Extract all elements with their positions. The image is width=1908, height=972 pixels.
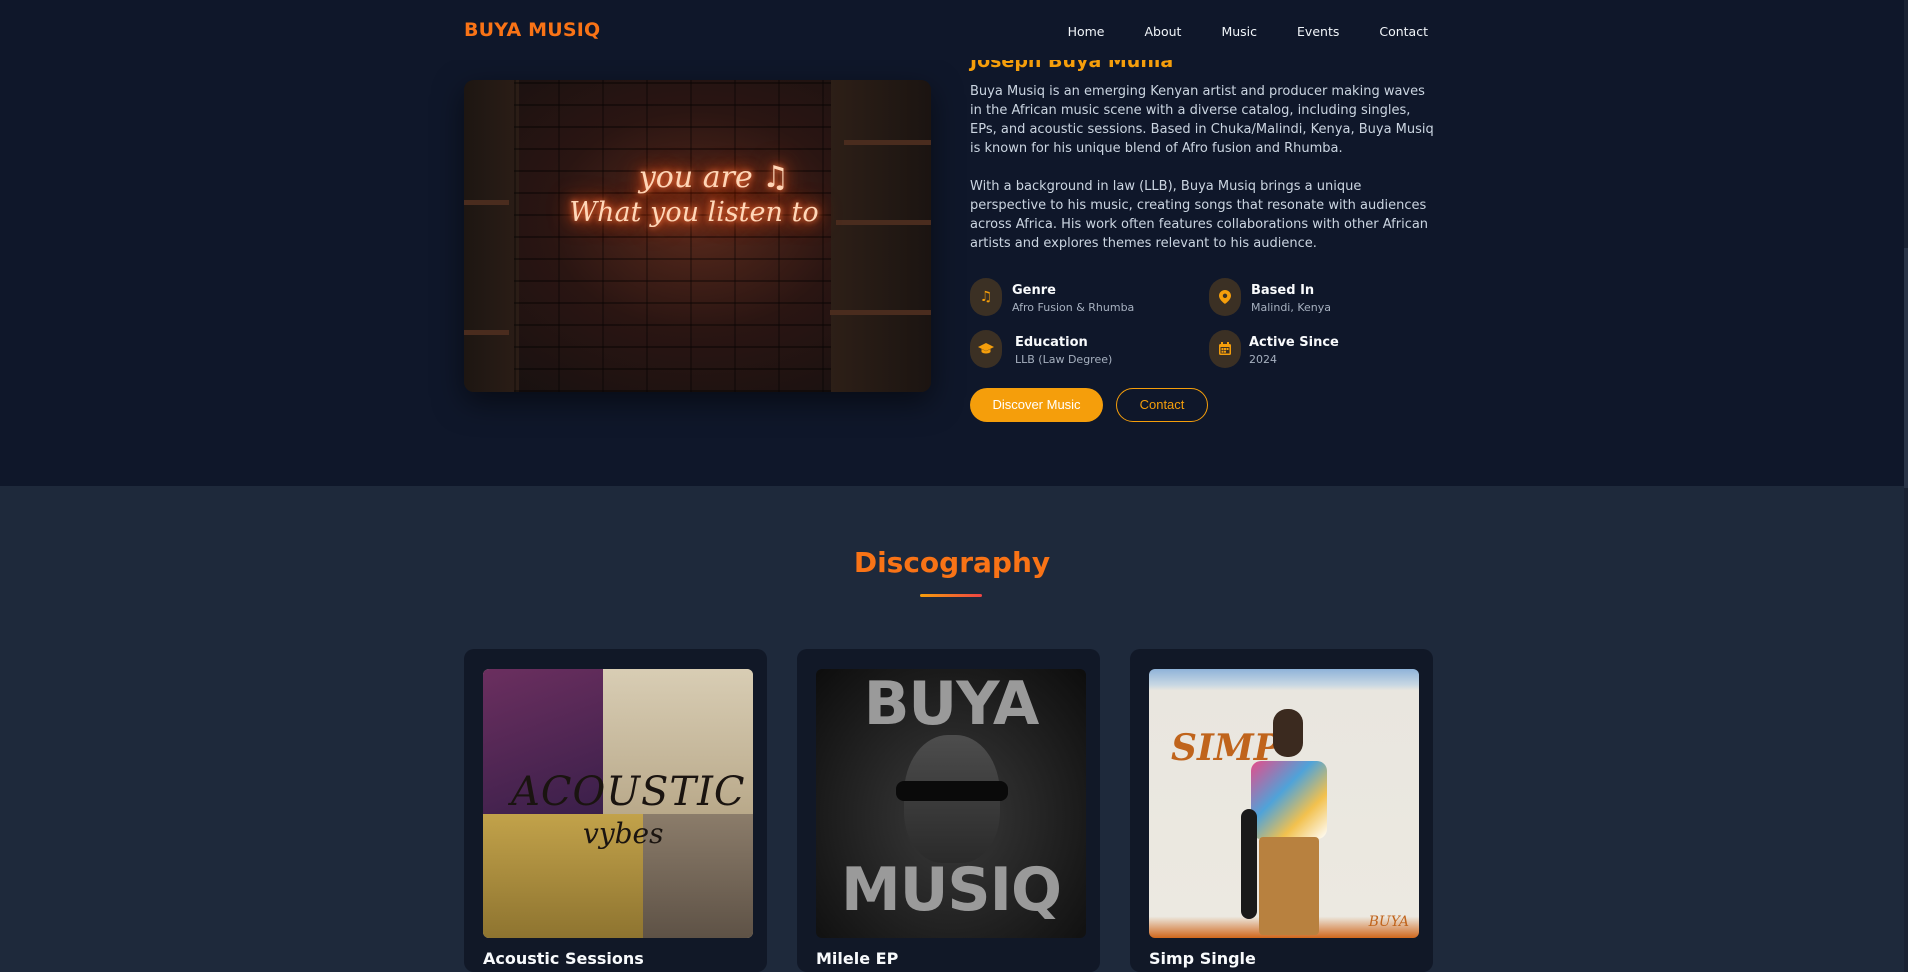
cover-title: ACOUSTIC: [511, 769, 746, 815]
right-shelf: [831, 80, 931, 392]
fact-genre: ♫ Genre Afro Fusion & Rhumba: [970, 278, 1200, 318]
shelf-board: [464, 200, 509, 205]
cover-pants: [1259, 837, 1319, 935]
brick-wall: [514, 80, 874, 392]
album-cover[interactable]: SIMP BUYA: [1149, 669, 1419, 938]
fact-based-in: Based In Malindi, Kenya: [1209, 278, 1439, 318]
fact-label: Education: [1015, 335, 1088, 350]
nav-contact[interactable]: Contact: [1379, 24, 1428, 39]
shelf-board: [844, 140, 931, 145]
nav-about[interactable]: About: [1144, 24, 1181, 39]
graduation-cap-icon: [970, 330, 1002, 368]
shelf-board: [464, 330, 509, 335]
left-shelf: [464, 80, 519, 392]
page-scrollbar[interactable]: [1904, 0, 1908, 972]
fact-label: Active Since: [1249, 335, 1339, 350]
album-cover[interactable]: ACOUSTIC vybes: [483, 669, 753, 938]
fact-value: LLB (Law Degree): [1015, 353, 1113, 366]
contact-button[interactable]: Contact: [1116, 388, 1208, 422]
cover-title: BUYA: [863, 669, 1040, 739]
nav-events[interactable]: Events: [1297, 24, 1339, 39]
discography-section: Discography ACOUSTIC vybes Acoustic Sess…: [0, 486, 1904, 972]
nav-music[interactable]: Music: [1221, 24, 1257, 39]
about-text: Joseph Buya Muhia Buya Musiq is an emerg…: [970, 50, 1440, 272]
shelf-board: [836, 220, 931, 225]
site-logo[interactable]: BUYA MUSIQ: [464, 19, 600, 41]
fact-active-since: Active Since 2024: [1209, 330, 1439, 370]
fact-value: 2024: [1249, 353, 1277, 366]
fact-education: Education LLB (Law Degree): [970, 330, 1200, 370]
fact-label: Based In: [1251, 283, 1315, 298]
calendar-icon: [1209, 330, 1241, 368]
scrollbar-thumb[interactable]: [1904, 248, 1908, 488]
neon-text: you are ♫ What you listen to: [564, 160, 824, 228]
shelf-board: [830, 310, 931, 315]
neon-line-1: you are ♫: [638, 160, 790, 195]
music-note-icon: ♫: [970, 278, 1002, 316]
fact-value: Malindi, Kenya: [1251, 301, 1332, 314]
album-title[interactable]: Milele EP: [816, 949, 898, 968]
cover-signature: BUYA: [1368, 914, 1409, 930]
album-cover[interactable]: BUYA MUSIQ: [816, 669, 1086, 938]
album-card-milele-ep[interactable]: BUYA MUSIQ Milele EP: [797, 649, 1100, 972]
neon-line-2: What you listen to: [569, 197, 819, 228]
album-card-simp-single[interactable]: SIMP BUYA Simp Single: [1130, 649, 1433, 972]
album-card-acoustic-sessions[interactable]: ACOUSTIC vybes Acoustic Sessions: [464, 649, 767, 972]
cover-guitar: [1241, 809, 1257, 919]
nav-home[interactable]: Home: [1068, 24, 1105, 39]
album-title[interactable]: Simp Single: [1149, 949, 1256, 968]
discover-music-button[interactable]: Discover Music: [970, 388, 1103, 422]
fact-label: Genre: [1012, 283, 1056, 298]
artist-facts: ♫ Genre Afro Fusion & Rhumba Based In Ma…: [970, 278, 1440, 370]
cover-subtitle: MUSIQ: [841, 855, 1062, 925]
cover-shirt: [1251, 761, 1327, 839]
neon-sign-photo: you are ♫ What you listen to: [464, 80, 931, 392]
album-title[interactable]: Acoustic Sessions: [483, 949, 644, 968]
site-header: BUYA MUSIQ Home About Music Events Conta…: [0, 5, 1904, 60]
bio-paragraph-2: With a background in law (LLB), Buya Mus…: [970, 179, 1429, 251]
cover-subtitle: vybes: [583, 817, 664, 850]
about-section: you are ♫ What you listen to Joseph Buya…: [0, 0, 1904, 486]
page: you are ♫ What you listen to Joseph Buya…: [0, 0, 1908, 972]
cover-sunglasses: [896, 781, 1008, 801]
bio-paragraph-1: Buya Musiq is an emerging Kenyan artist …: [970, 84, 1434, 156]
title-underline: [920, 594, 982, 597]
location-pin-icon: [1209, 278, 1241, 316]
fact-value: Afro Fusion & Rhumba: [1012, 301, 1135, 314]
cover-portrait: [1273, 709, 1303, 757]
section-title: Discography: [853, 546, 1051, 579]
main-nav: Home About Music Events Contact: [1028, 24, 1428, 39]
